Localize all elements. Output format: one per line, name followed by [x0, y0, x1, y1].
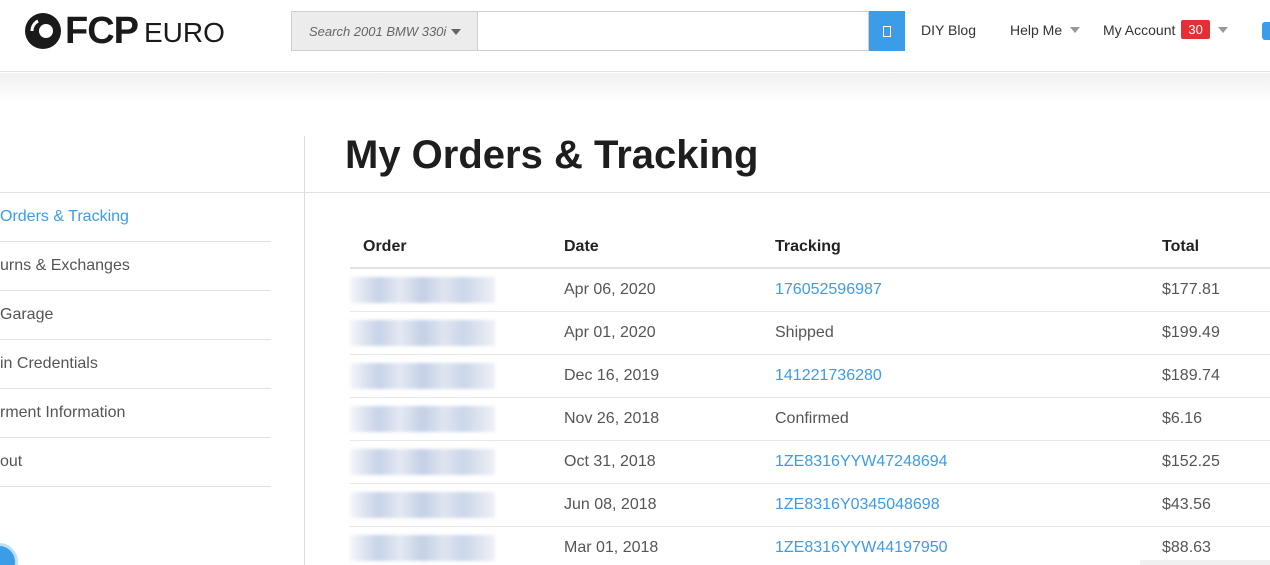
sidebar-divider: [304, 136, 305, 565]
order-date-cell: Nov 26, 2018: [550, 397, 761, 441]
order-number-cell[interactable]: [350, 526, 550, 565]
search-input[interactable]: [477, 11, 869, 51]
tracking-link[interactable]: 1ZE8316YYW47248694: [775, 453, 948, 470]
search-bar: Search 2001 BMW 330i: [291, 11, 905, 51]
order-total-cell: $199.49: [1149, 311, 1270, 355]
table-row: Nov 26, 2018 Confirmed $6.16: [350, 397, 1270, 441]
sidebar-item-garage[interactable]: Garage: [0, 291, 271, 340]
sidebar-item-orders-tracking[interactable]: Orders & Tracking: [0, 193, 271, 242]
redacted-order-number[interactable]: [350, 534, 495, 561]
order-total-cell: $177.81: [1149, 268, 1270, 312]
table-row: Jun 08, 2018 1ZE8316Y0345048698 $43.56: [350, 483, 1270, 527]
logo-fcp-text: FCP: [65, 10, 139, 52]
search-icon: [883, 25, 891, 37]
tracking-link[interactable]: 1ZE8316YYW44197950: [775, 539, 948, 556]
tracking-cell: Confirmed: [761, 397, 1149, 441]
table-row: Apr 01, 2020 Shipped $199.49: [350, 311, 1270, 355]
site-header: FCP EURO Search 2001 BMW 330i DIY Blog H…: [0, 0, 1270, 72]
account-badge: 30: [1181, 20, 1210, 39]
orders-table: Order Date Tracking Total Apr 06, 2020 17…: [350, 226, 1270, 565]
order-total-cell: $6.16: [1149, 397, 1270, 441]
column-header-tracking: Tracking: [761, 226, 1149, 269]
order-date-cell: Oct 31, 2018: [550, 440, 761, 484]
tracking-cell: 1ZE8316Y0345048698: [761, 483, 1149, 527]
chevron-down-icon: [1217, 27, 1228, 33]
sidebar-item-login-credentials[interactable]: in Credentials: [0, 340, 271, 389]
table-row: Dec 16, 2019 141221736280 $189.74: [350, 354, 1270, 398]
column-header-date: Date: [550, 226, 761, 269]
logo-euro-text: EURO: [144, 17, 225, 48]
fcp-euro-logo[interactable]: FCP EURO: [24, 12, 225, 50]
order-number-cell[interactable]: [350, 354, 550, 398]
vehicle-select-label: Search 2001 BMW 330i: [309, 23, 447, 39]
order-total-cell: $43.56: [1149, 483, 1270, 527]
help-me-menu[interactable]: Help Me: [1010, 22, 1081, 38]
redacted-order-number[interactable]: [350, 491, 495, 518]
tracking-link[interactable]: 176052596987: [775, 281, 882, 298]
sidebar-item-logout[interactable]: out: [0, 438, 271, 487]
redacted-order-number[interactable]: [350, 362, 495, 389]
cart-button[interactable]: [1262, 22, 1270, 40]
vehicle-select[interactable]: Search 2001 BMW 330i: [291, 11, 477, 51]
table-row: Apr 06, 2020 176052596987 $177.81: [350, 268, 1270, 312]
order-number-cell[interactable]: [350, 397, 550, 441]
column-header-total: Total: [1149, 226, 1270, 269]
redacted-order-number[interactable]: [350, 405, 495, 432]
chat-icon[interactable]: [0, 543, 18, 565]
column-header-order: Order: [350, 226, 550, 269]
order-total-cell: $152.25: [1149, 440, 1270, 484]
order-date-cell: Apr 06, 2020: [550, 268, 761, 312]
order-status-text: Confirmed: [775, 409, 849, 427]
order-date-cell: Apr 01, 2020: [550, 311, 761, 355]
help-me-label: Help Me: [1010, 22, 1063, 38]
tracking-link[interactable]: 1ZE8316Y0345048698: [775, 496, 940, 513]
order-number-cell[interactable]: [350, 440, 550, 484]
order-number-cell[interactable]: [350, 311, 550, 355]
my-account-menu[interactable]: My Account 30: [1103, 20, 1228, 39]
redacted-order-number[interactable]: [350, 448, 495, 475]
search-button[interactable]: [869, 11, 905, 51]
table-row: Oct 31, 2018 1ZE8316YYW47248694 $152.25: [350, 440, 1270, 484]
my-account-label: My Account: [1103, 22, 1176, 38]
chevron-down-icon: [1070, 27, 1081, 33]
order-date-cell: Dec 16, 2019: [550, 354, 761, 398]
header-shadow-band: [0, 73, 1270, 103]
page-title: My Orders & Tracking: [345, 133, 759, 177]
order-total-cell: $189.74: [1149, 354, 1270, 398]
order-number-cell[interactable]: [350, 483, 550, 527]
order-number-cell[interactable]: [350, 268, 550, 312]
table-row: Mar 01, 2018 1ZE8316YYW44197950 $88.63: [350, 526, 1270, 565]
tracking-link[interactable]: 141221736280: [775, 367, 882, 384]
tracking-cell: 141221736280: [761, 354, 1149, 398]
logo-mark-icon: [25, 13, 61, 49]
table-header-row: Order Date Tracking Total: [350, 226, 1270, 269]
order-date-cell: Mar 01, 2018: [550, 526, 761, 565]
chevron-down-icon: [451, 29, 461, 35]
tracking-cell: 1ZE8316YYW44197950: [761, 526, 1149, 565]
tracking-cell: Shipped: [761, 311, 1149, 355]
orders-table-body: Apr 06, 2020 176052596987 $177.81 Apr 01, 2…: [350, 268, 1270, 565]
order-date-cell: Jun 08, 2018: [550, 483, 761, 527]
redacted-order-number[interactable]: [350, 319, 495, 346]
tracking-cell: 1ZE8316YYW47248694: [761, 440, 1149, 484]
diy-blog-link[interactable]: DIY Blog: [921, 22, 976, 38]
tracking-cell: 176052596987: [761, 268, 1149, 312]
order-status-text: Shipped: [775, 323, 834, 341]
sidebar-item-payment-information[interactable]: rment Information: [0, 389, 271, 438]
redacted-order-number[interactable]: [350, 276, 495, 303]
sidebar-item-returns-exchanges[interactable]: urns & Exchanges: [0, 242, 271, 291]
account-sidebar: Orders & Tracking urns & Exchanges Garag…: [0, 193, 271, 487]
scrollbar-hint: [1140, 560, 1270, 565]
